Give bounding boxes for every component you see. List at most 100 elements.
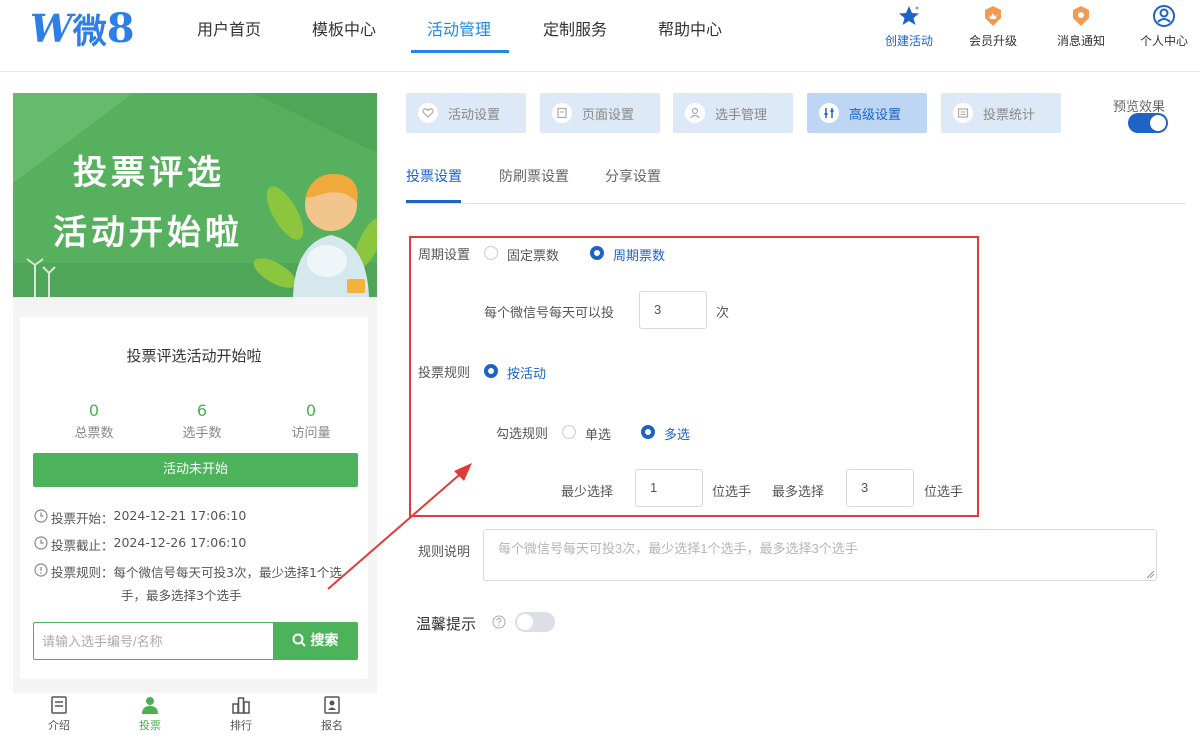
stat-visits: 0 访问量 [256,401,366,441]
clock-icon [34,509,48,523]
radio-cycle-votes-label[interactable]: 周期票数 [613,245,665,264]
person-icon [685,103,705,123]
subtab-vote-settings[interactable]: 投票设置 [406,166,462,186]
stats-icon [953,103,973,123]
subtab-anti-fraud[interactable]: 防刷票设置 [499,166,569,186]
radio-fixed-votes[interactable] [484,246,498,260]
nav-active-indicator [411,50,509,53]
step-label: 选手管理 [715,107,768,123]
stat-label: 访问量 [291,426,331,441]
member-upgrade-button[interactable]: 会员升级 [969,4,1017,49]
radio-cycle-votes[interactable] [590,246,604,260]
step-contestant-management[interactable]: 选手管理 [673,93,793,133]
notifications-label: 消息通知 [1057,34,1106,48]
annotation-arrow [327,463,472,590]
radio-fixed-votes-label[interactable]: 固定票数 [507,245,559,264]
radio-multi-choice-label[interactable]: 多选 [664,424,690,443]
stat-label: 选手数 [182,426,222,441]
nav-home[interactable]: 用户首页 [197,16,261,40]
member-upgrade-label: 会员升级 [969,34,1018,48]
vote-rule-label: 投票规则 [418,366,471,381]
person-icon [142,697,158,714]
tab-label: 投票 [139,719,161,732]
min-select-label: 最少选择 [561,485,614,500]
min-select-unit: 位选手 [712,485,752,500]
step-activity-settings[interactable]: 活动设置 [406,93,526,133]
activity-status-button[interactable]: 活动未开始 [33,453,358,487]
tab-label: 报名 [321,719,343,732]
help-icon[interactable] [492,615,506,629]
max-select-input[interactable]: 3 [846,469,914,507]
step-page-settings[interactable]: 页面设置 [540,93,660,133]
sliders-icon [819,103,839,123]
activity-banner: 投票评选 活动开始啦 [13,93,377,297]
radio-multi-choice[interactable] [641,425,655,439]
vote-rule-text-line1: 每个微信号每天可投3次，最少选择1个选 [113,565,342,580]
search-icon [292,633,306,647]
radio-single-choice-label[interactable]: 单选 [585,424,611,443]
daily-votes-input[interactable]: 3 [639,291,707,329]
tab-ranking[interactable]: 排行 [211,695,271,733]
create-activity-label: 创建活动 [885,34,934,48]
contestant-search: 搜索 [33,622,358,660]
star-icon [899,6,919,25]
brand-logo[interactable]: W 微 8 [30,5,135,52]
step-advanced-settings[interactable]: 高级设置 [807,93,927,133]
info-icon [34,563,48,577]
preview-effect-toggle[interactable] [1128,113,1168,133]
nav-help[interactable]: 帮助中心 [658,16,722,40]
stat-value: 6 [196,401,208,420]
subtab-divider [406,203,1186,204]
step-vote-statistics[interactable]: 投票统计 [941,93,1061,133]
radio-by-activity-label[interactable]: 按活动 [507,363,546,382]
search-button[interactable]: 搜索 [273,622,357,660]
step-label: 活动设置 [448,107,501,123]
vote-rule-text-line2: 手，最多选择3个选手 [121,588,242,603]
signup-icon [324,696,340,714]
radio-single-choice[interactable] [562,425,576,439]
step-label: 高级设置 [849,107,902,123]
max-select-unit: 位选手 [924,485,964,500]
tips-label: 温馨提示 [416,615,477,633]
logo-w: W [30,5,73,51]
crown-badge-icon [985,6,1001,26]
vote-start-row: 投票开始： 2024-12-21 17:06:10 [33,508,246,527]
user-center-button[interactable]: 个人中心 [1140,4,1188,49]
tab-intro[interactable]: 介绍 [29,695,89,733]
nav-custom-service[interactable]: 定制服务 [543,16,607,40]
subtab-share-settings[interactable]: 分享设置 [605,166,661,186]
stat-value: 0 [88,401,100,420]
max-select-label: 最多选择 [772,485,825,500]
vote-rule-label: 投票规则： [51,565,114,580]
page-icon [552,103,572,123]
min-select-input[interactable]: 1 [635,469,703,507]
tab-vote[interactable]: 投票 [120,695,180,733]
search-input[interactable] [42,631,262,651]
tips-toggle[interactable] [515,612,555,632]
stat-contestants: 6 选手数 [147,401,257,441]
create-activity-button[interactable]: 创建活动 [885,4,933,49]
step-label: 页面设置 [582,107,635,123]
rule-description-textarea[interactable]: 每个微信号每天可投3次，最少选择1个选手，最多选择3个选手 [483,529,1157,581]
clock-icon [34,536,48,550]
rule-description-label: 规则说明 [418,545,471,560]
stat-value: 0 [305,401,317,420]
resize-handle-icon[interactable] [1146,570,1155,579]
tab-signup[interactable]: 报名 [302,695,362,733]
daily-votes-unit: 次 [716,306,730,321]
user-icon [1153,5,1175,27]
logo-wei: 微 [72,11,107,52]
user-center-label: 个人中心 [1140,34,1189,48]
top-header: W 微 8 用户首页 模板中心 活动管理 定制服务 帮助中心 创建活动 会员升级… [0,0,1200,72]
logo-eight: 8 [106,4,135,52]
activity-title: 投票评选活动开始啦 [126,347,262,365]
ranking-icon [232,697,250,714]
bottom-tabbar: 介绍 投票 排行 报名 [13,693,377,749]
nav-activities[interactable]: 活动管理 [427,16,491,40]
radio-by-activity[interactable] [484,364,498,378]
banner-title-line1: 投票评选 [73,153,225,193]
activity-info-card: 投票评选活动开始啦 0 总票数 6 选手数 0 访问量 活动未开始 投票开始： … [20,317,368,679]
nav-templates[interactable]: 模板中心 [312,16,376,40]
notifications-button[interactable]: 消息通知 [1057,4,1105,49]
vote-rule-row: 投票规则： 每个微信号每天可投3次，最少选择1个选 [33,562,342,581]
